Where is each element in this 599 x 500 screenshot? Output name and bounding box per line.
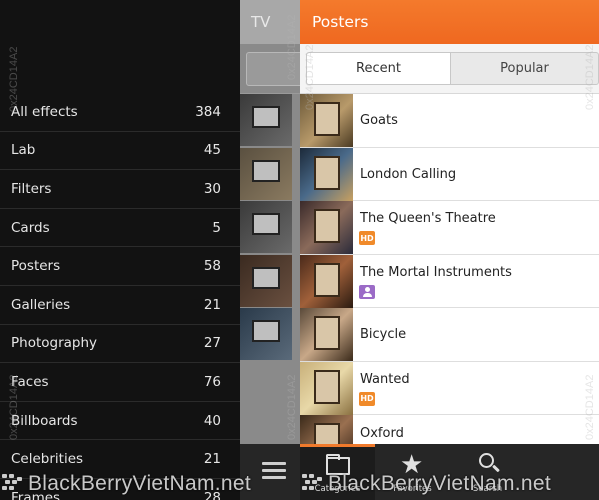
category-item-billboards[interactable]: Billboards 40 <box>0 402 240 441</box>
poster-title: London Calling <box>360 166 457 182</box>
poster-frame-image <box>314 209 340 243</box>
category-item-posters[interactable]: Posters 58 <box>0 247 240 286</box>
category-label: Lab <box>11 142 36 159</box>
category-item-galleries[interactable]: Galleries 21 <box>0 286 240 325</box>
tab-recent[interactable]: Recent <box>306 52 451 85</box>
poster-frame-image <box>314 262 340 297</box>
category-count: 30 <box>203 180 221 197</box>
selected-indicator <box>300 444 375 447</box>
poster-frame-image <box>314 316 340 350</box>
search-icon <box>479 453 494 468</box>
title-bar: Posters <box>300 0 599 44</box>
category-label: All effects <box>11 103 78 120</box>
blackberry-logo-icon <box>2 474 24 492</box>
category-count: 40 <box>203 412 221 429</box>
tv-thumbnail[interactable] <box>240 308 292 360</box>
watermark-code: 0x24CD14A2 <box>8 374 20 440</box>
poster-title: Wanted <box>360 371 410 387</box>
tv-screen-image <box>252 213 280 235</box>
sort-tabs: Recent Popular <box>300 44 599 94</box>
hd-badge: HD <box>359 391 375 406</box>
tv-screen-image <box>252 160 280 182</box>
watermark-code: 0x24CD14A2 <box>584 374 596 440</box>
category-count: 5 <box>212 219 221 236</box>
category-item-photography[interactable]: Photography 27 <box>0 325 240 364</box>
poster-thumbnail <box>300 254 353 308</box>
poster-thumbnail <box>300 308 353 361</box>
category-label: Cards <box>11 219 50 236</box>
tv-thumbnail[interactable] <box>240 201 292 253</box>
poster-title: Oxford <box>360 426 404 441</box>
poster-frame-image <box>314 369 340 404</box>
category-count: 76 <box>203 373 221 390</box>
tv-thumbnail[interactable] <box>240 148 292 200</box>
menu-icon[interactable] <box>262 462 286 480</box>
poster-title: The Mortal Instruments <box>360 264 512 280</box>
list-item[interactable]: The Queen's Theatre HD <box>300 201 599 255</box>
poster-thumbnail <box>300 361 353 415</box>
category-item-faces[interactable]: Faces 76 <box>0 363 240 402</box>
watermark-code: 0x24CD14A2 <box>584 44 596 110</box>
list-item[interactable]: Goats <box>300 94 599 148</box>
list-item[interactable]: The Mortal Instruments <box>300 254 599 308</box>
hd-badge: HD <box>359 231 375 245</box>
poster-frame-image <box>314 155 340 190</box>
category-item-all-effects[interactable]: All effects 384 <box>0 93 240 132</box>
brand-watermark-text: BlackBerryVietNam.net <box>328 472 551 495</box>
category-item-filters[interactable]: Filters 30 <box>0 170 240 209</box>
category-label: Filters <box>11 180 52 197</box>
tv-screen-image <box>252 320 280 342</box>
watermark-code: 0x24CD14A2 <box>304 44 316 110</box>
tv-screen-image <box>252 267 280 289</box>
poster-title: Bicycle <box>360 327 407 342</box>
category-label: Galleries <box>11 296 71 313</box>
category-item-cards[interactable]: Cards 5 <box>0 209 240 248</box>
list-item[interactable]: Wanted HD <box>300 361 599 415</box>
category-count: 58 <box>203 258 221 275</box>
category-label: Celebrities <box>11 451 84 468</box>
poster-frame-image <box>314 102 340 136</box>
list-item[interactable]: Bicycle <box>300 308 599 362</box>
posters-panel: Posters Recent Popular Goats London Call… <box>300 0 599 500</box>
tv-screen-image <box>252 106 280 128</box>
category-label: Posters <box>11 258 61 275</box>
brand-watermark: BlackBerryVietNam.net <box>2 472 251 496</box>
blackberry-logo-icon <box>302 474 324 492</box>
category-count: 21 <box>203 451 221 468</box>
category-item-lab[interactable]: Lab 45 <box>0 132 240 171</box>
category-count: 45 <box>203 142 221 159</box>
watermark-code: 0x24CD14A2 <box>286 14 298 80</box>
watermark-code: 0x24CD14A2 <box>286 374 298 440</box>
category-label: Billboards <box>11 412 78 429</box>
category-drawer: All effects 384 Lab 45 Filters 30 Cards … <box>0 0 240 500</box>
poster-thumbnail <box>300 147 353 201</box>
category-label: Photography <box>11 335 98 352</box>
brand-watermark: BlackBerryVietNam.net <box>302 472 551 496</box>
poster-thumbnail <box>300 201 353 254</box>
tv-thumbnail[interactable] <box>240 94 292 146</box>
person-icon <box>359 284 375 299</box>
tv-panel[interactable]: TV 0x24CD14A2 0x24CD14A2 <box>240 0 300 500</box>
page-title: Posters <box>312 13 369 31</box>
poster-title: Goats <box>360 113 398 128</box>
drawer-top-spacer <box>0 0 240 93</box>
poster-title: The Queen's Theatre <box>360 211 496 226</box>
poster-list: Goats London Calling The Queen's Theatre… <box>300 94 599 469</box>
category-count: 27 <box>203 335 221 352</box>
list-item[interactable]: London Calling <box>300 147 599 201</box>
tv-panel-title: TV <box>251 13 271 31</box>
tv-thumbnail[interactable] <box>240 255 292 307</box>
brand-watermark-text: BlackBerryVietNam.net <box>28 472 251 495</box>
category-count: 21 <box>203 296 221 313</box>
category-count: 384 <box>195 103 221 120</box>
tab-popular[interactable]: Popular <box>450 52 599 85</box>
watermark-code: 0x24CD14A2 <box>8 46 20 112</box>
